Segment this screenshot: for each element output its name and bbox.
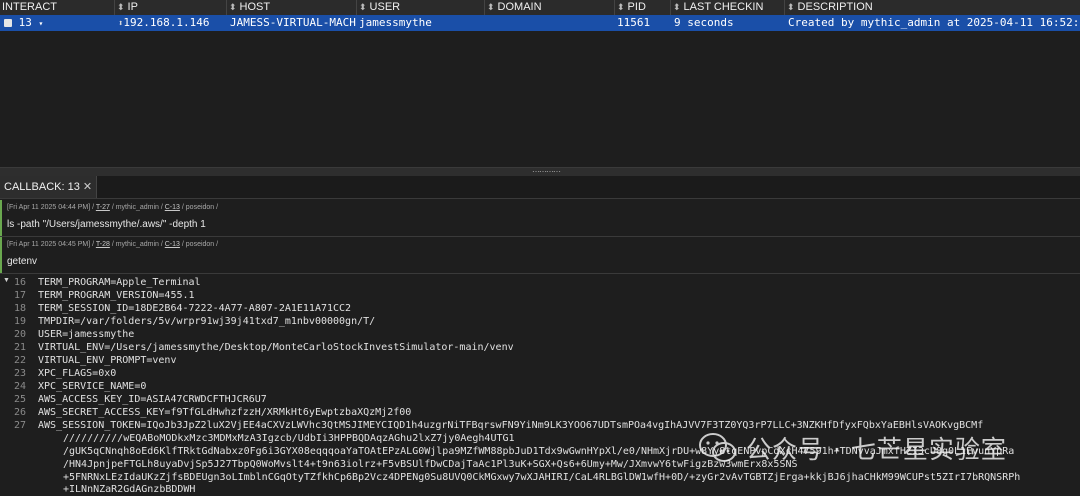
task-payload-type: poseidon (185, 204, 215, 211)
column-header-last-checkin[interactable]: ⬍ LAST CHECKIN (670, 0, 784, 15)
output-line-wrapped: /HN4JpnjpeFTGLh8uyaDvjSp5J27TbpQ0WoMvslt… (63, 459, 798, 470)
task-entry[interactable]: [Fri Apr 11 2025 04:45 PM] / T-28 / myth… (0, 237, 1080, 273)
callback-link[interactable]: C-13 (165, 204, 180, 211)
sort-icon[interactable]: ⬍ (673, 2, 681, 12)
callback-id: 13 (18, 16, 32, 29)
line-text: TERM_PROGRAM=Apple_Terminal (38, 277, 201, 288)
line-number: 22 (13, 355, 26, 366)
output-line: 18 TERM_SESSION_ID=18DE2B64-7222-4A77-A80… (0, 303, 351, 315)
column-header-label: LAST CHECKIN (683, 1, 764, 13)
interact-button[interactable]: 13 ▾ (4, 15, 43, 31)
column-header-label: DESCRIPTION (797, 1, 873, 13)
column-header-label: DOMAIN (497, 1, 542, 13)
output-line-wrapped: //////////wEQABoMODkxMzc3MDMxMzA3Igzcb/U… (63, 433, 515, 444)
caret-down-icon[interactable]: ▾ (39, 19, 44, 28)
column-header-label: IP (127, 1, 138, 13)
line-text: TERM_SESSION_ID=18DE2B64-7222-4A77-A807-… (38, 303, 352, 314)
line-text: VIRTUAL_ENV=/Users/jamessmythe/Desktop/M… (38, 342, 514, 353)
watermark: 公众号 · 七芒星实验室 (698, 428, 1007, 468)
line-number: 27 (13, 420, 26, 431)
task-command: getenv (7, 256, 38, 267)
line-text: USER=jamessmythe (38, 329, 135, 340)
line-text: TMPDIR=/var/folders/5v/wrpr91wj39j41txd7… (38, 316, 376, 327)
line-number: 21 (13, 342, 26, 353)
terminal-icon (4, 19, 12, 27)
sort-icon[interactable]: ⬍ (487, 2, 495, 12)
output-line: 19 TMPDIR=/var/folders/5v/wrpr91wj39j41tx… (0, 316, 375, 328)
wechat-icon (699, 433, 736, 462)
line-text: VIRTUAL_ENV_PROMPT=venv (38, 355, 177, 366)
line-number: 20 (13, 329, 26, 340)
task-operator: mythic_admin (115, 204, 159, 211)
task-timestamp: [Fri Apr 11 2025 04:44 PM] (7, 204, 91, 211)
close-icon[interactable]: ✕ (83, 181, 92, 193)
tab-label: CALLBACK: 13 (4, 181, 80, 193)
output-line: 20 USER=jamessmythe (0, 329, 134, 341)
output-line: 17 TERM_PROGRAM_VERSION=455.1 (0, 290, 195, 302)
sort-icon[interactable]: ⬍ (617, 2, 625, 12)
line-number: 24 (13, 381, 26, 392)
task-operator: mythic_admin (115, 241, 159, 248)
line-number: 19 (13, 316, 26, 327)
tab-callback-13[interactable]: CALLBACK: 13 ✕ (0, 176, 98, 198)
output-line: 26 AWS_SECRET_ACCESS_KEY=f9TfGLdHwhzfzzH/… (0, 407, 411, 419)
column-header-label: PID (627, 1, 646, 13)
output-line: 23 XPC_FLAGS=0x0 (0, 368, 116, 380)
line-text: AWS_SECRET_ACCESS_KEY=f9TfGLdHwhzfzzH/XR… (38, 407, 412, 418)
output-line-wrapped: +5FNRNxLEzIdaUKzZjfsBDEUgn3oLImblnCGqOty… (63, 472, 1021, 483)
callbacks-table-header: INTERACT ⬍ IP ⬍ HOST ⬍ USER ⬍ DOMAIN ⬍ PID ⬍ L… (0, 0, 1080, 16)
line-text: TERM_PROGRAM_VERSION=455.1 (38, 290, 195, 301)
column-header-host[interactable]: ⬍ HOST (226, 0, 356, 15)
line-text: XPC_FLAGS=0x0 (38, 368, 117, 379)
sort-icon[interactable]: ⬍ (229, 2, 237, 12)
line-number: 26 (13, 407, 26, 418)
sort-icon[interactable]: ⬍ (787, 2, 795, 12)
line-number: 16 (13, 277, 26, 288)
last-checkin-cell: 9 seconds (674, 16, 734, 29)
task-timestamp: [Fri Apr 11 2025 04:45 PM] (7, 241, 91, 248)
ip-value: 192.168.1.146 (123, 16, 210, 29)
description-cell: Created by mythic_admin at 2025-04-11 16… (788, 16, 1080, 29)
line-text: XPC_SERVICE_NAME=0 (38, 381, 147, 392)
task-payload-type: poseidon (185, 241, 215, 248)
output-line: 25 AWS_ACCESS_KEY_ID=ASIA47CRWDCFTHJCR6U7 (0, 394, 267, 406)
watermark-text: 公众号 · 七芒星实验室 (746, 435, 1007, 464)
host-cell: JAMESS-VIRTUAL-MACH (230, 16, 356, 29)
column-header-description[interactable]: ⬍ DESCRIPTION (784, 0, 1080, 15)
line-number: 18 (13, 303, 26, 314)
task-command: ls -path "/Users/jamessmythe/.aws/" -dep… (7, 219, 206, 230)
task-metadata: [Fri Apr 11 2025 04:45 PM] / T-28 / myth… (7, 241, 219, 248)
sort-icon[interactable]: ⬍ (359, 2, 367, 12)
task-metadata: [Fri Apr 11 2025 04:44 PM] / T-27 / myth… (7, 204, 219, 211)
column-header-interact[interactable]: INTERACT (0, 0, 114, 15)
column-header-label: INTERACT (2, 1, 57, 13)
line-number: 17 (13, 290, 26, 301)
callback-link[interactable]: C-13 (165, 241, 180, 248)
column-header-label: HOST (239, 1, 271, 13)
line-number: 25 (13, 394, 26, 405)
output-line: 21 VIRTUAL_ENV=/Users/jamessmythe/Desktop… (0, 342, 514, 354)
column-header-label: USER (369, 1, 401, 13)
task-id-link[interactable]: T-27 (96, 204, 110, 211)
pid-cell: 11561 (617, 16, 651, 29)
column-header-ip[interactable]: ⬍ IP (114, 0, 226, 15)
output-line: 22 VIRTUAL_ENV_PROMPT=venv (0, 355, 177, 367)
output-line: 24 XPC_SERVICE_NAME=0 (0, 381, 146, 393)
output-line-wrapped: +ILNnNZaR2GdAGnzbBDDWH (63, 484, 196, 495)
task-id-link[interactable]: T-28 (96, 241, 110, 248)
output-line: 16 TERM_PROGRAM=Apple_Terminal (0, 277, 201, 289)
callbacks-table-empty-area (0, 31, 1080, 167)
column-header-domain[interactable]: ⬍ DOMAIN (484, 0, 614, 15)
task-entry[interactable]: [Fri Apr 11 2025 04:44 PM] / T-27 / myth… (0, 200, 1080, 236)
column-header-pid[interactable]: ⬍ PID (614, 0, 670, 15)
callback-row[interactable]: 13 ▾ ⬍192.168.1.146 JAMESS-VIRTUAL-MACH … (0, 15, 1080, 31)
divider (0, 273, 1080, 274)
user-cell: jamessmythe (359, 16, 432, 29)
sort-icon[interactable]: ⬍ (117, 2, 125, 12)
column-header-user[interactable]: ⬍ USER (356, 0, 484, 15)
line-text: AWS_ACCESS_KEY_ID=ASIA47CRWDCFTHJCR6U7 (38, 394, 267, 405)
line-number: 23 (13, 368, 26, 379)
tab-bar: CALLBACK: 13 ✕ (0, 176, 1080, 199)
ip-cell: ⬍192.168.1.146 (118, 15, 210, 31)
